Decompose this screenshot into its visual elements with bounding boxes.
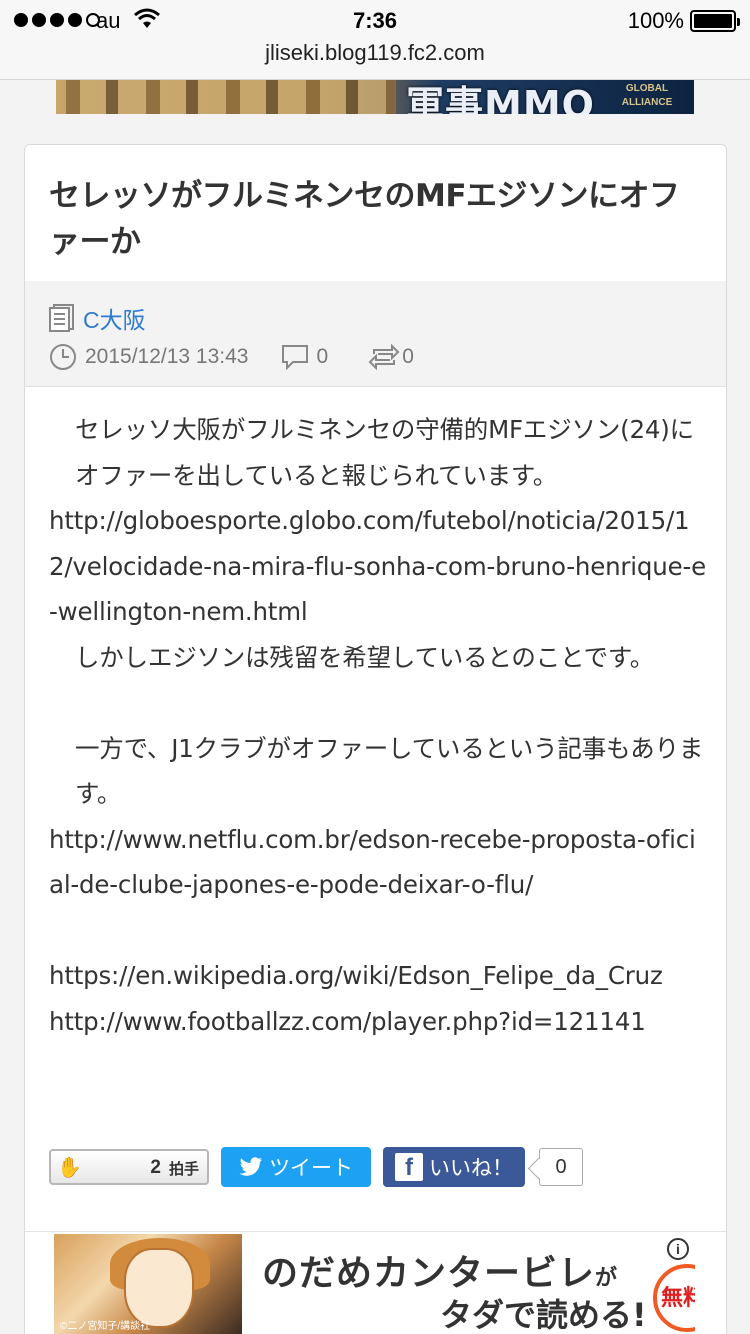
like-count: 0 <box>539 1148 583 1186</box>
ad-image: ©二ノ宮知子/講談社 <box>54 1234 242 1334</box>
clap-count: 2 <box>150 1157 161 1178</box>
ad-subtitle: タダで読める! <box>440 1296 647 1334</box>
article-link[interactable]: http://www.footballzz.com/player.php?id=… <box>49 999 709 1045</box>
share-buttons: ✋ 2 拍手 ツイート f いいね！ 0 <box>49 1147 583 1187</box>
tweet-button[interactable]: ツイート <box>221 1147 371 1187</box>
clap-icon: ✋ <box>57 1157 82 1179</box>
facebook-icon: f <box>395 1153 423 1181</box>
like-label: いいね！ <box>429 1157 513 1180</box>
clap-button[interactable]: ✋ 2 拍手 <box>49 1149 209 1185</box>
bottom-ad-banner[interactable]: ©二ノ宮知子/講談社 のだめカンタービレが タダで読める! i 無料 <box>54 1234 695 1334</box>
category-label: C大阪 <box>83 307 146 333</box>
free-badge: 無料 <box>653 1264 695 1332</box>
battery-icon <box>690 10 740 32</box>
tweet-label: ツイート <box>269 1157 353 1180</box>
article-link[interactable]: http://www.netflu.com.br/edson-recebe-pr… <box>49 817 709 908</box>
clap-label: 拍手 <box>168 1161 199 1178</box>
document-icon <box>49 304 74 332</box>
ad-subtext: GLOBAL ALLIANCE <box>621 83 673 108</box>
battery-percent: 100% <box>627 8 684 33</box>
comment-count: 0 <box>316 345 329 368</box>
post-date: 2015/12/13 13:43 <box>85 345 249 368</box>
article-link[interactable]: http://globoesporte.globo.com/futebol/no… <box>49 498 709 635</box>
clock-icon <box>50 344 76 370</box>
article-meta: C大阪 2015/12/13 13:43 0 0 <box>25 281 726 387</box>
ad-title: のだめカンタービレが <box>262 1253 619 1294</box>
ad-info-icon[interactable]: i <box>667 1238 689 1260</box>
address-bar[interactable]: jliseki.blog119.fc2.com <box>0 40 750 66</box>
top-ad-banner[interactable]: 軍事MMO GLOBAL ALLIANCE <box>56 80 694 114</box>
comment-icon <box>281 345 308 370</box>
facebook-like-button[interactable]: f いいね！ <box>383 1147 525 1187</box>
paragraph: セレッソ大阪がフルミネンセの守備的MFエジソン(24)にオファーを出していると報… <box>75 415 694 490</box>
article-card: セレッソがフルミネンセのMFエジソンにオファーか C大阪 2015/12/13 … <box>24 144 727 1334</box>
article-link[interactable]: https://en.wikipedia.org/wiki/Edson_Feli… <box>49 953 709 999</box>
paragraph: 一方で、J1クラブがオファーしているという記事もあります。 <box>75 733 704 809</box>
ad-copyright: ©二ノ宮知子/講談社 <box>60 1321 151 1332</box>
article-body: セレッソ大阪がフルミネンセの守備的MFエジソン(24)にオファーを出していると報… <box>49 407 709 1044</box>
status-bar: au 7:36 100% jliseki.blog119.fc2.com <box>0 0 750 80</box>
trackback-count: 0 <box>402 345 414 368</box>
comment-link[interactable]: 0 <box>281 344 329 370</box>
trackback-link[interactable]: 0 <box>368 344 414 370</box>
ad-image <box>66 80 396 114</box>
paragraph: しかしエジソンは残留を希望しているとのことです。 <box>75 642 655 672</box>
ad-text: 軍事MMO <box>406 83 595 114</box>
trackback-icon <box>368 344 400 370</box>
category-link[interactable]: C大阪 <box>49 301 146 335</box>
divider <box>25 1231 726 1232</box>
article-title[interactable]: セレッソがフルミネンセのMFエジソンにオファーか <box>49 173 699 265</box>
twitter-bird-icon <box>239 1157 262 1176</box>
